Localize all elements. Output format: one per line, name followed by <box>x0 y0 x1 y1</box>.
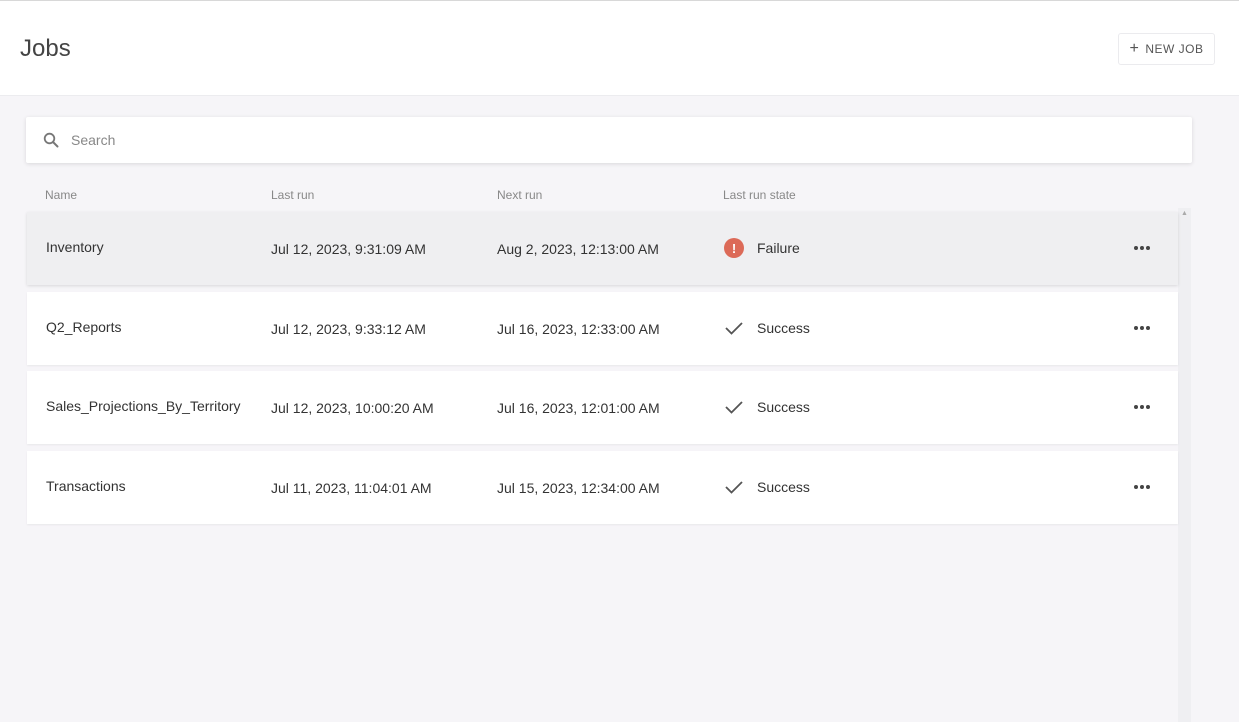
more-options-icon[interactable] <box>1131 238 1153 258</box>
scroll-up-arrow-icon[interactable]: ▲ <box>1181 210 1188 217</box>
job-next-run: Jul 16, 2023, 12:33:00 AM <box>497 321 660 337</box>
table-row[interactable]: Transactions Jul 11, 2023, 11:04:01 AM J… <box>27 451 1178 524</box>
search-bar[interactable] <box>26 117 1192 163</box>
scrollbar[interactable] <box>1178 208 1191 722</box>
job-last-run: Jul 12, 2023, 9:31:09 AM <box>271 241 426 257</box>
job-run-state: ! Failure <box>724 238 800 258</box>
more-options-icon[interactable] <box>1131 318 1153 338</box>
job-state-label: Failure <box>757 240 800 256</box>
new-job-label: NEW JOB <box>1145 42 1204 56</box>
page-title: Jobs <box>20 35 71 62</box>
job-name: Transactions <box>46 478 126 494</box>
column-header-last-run-state[interactable]: Last run state <box>723 188 796 202</box>
check-icon <box>725 481 743 494</box>
more-options-icon[interactable] <box>1131 397 1153 417</box>
job-last-run: Jul 12, 2023, 9:33:12 AM <box>271 321 426 337</box>
page-header: Jobs + NEW JOB <box>0 0 1239 96</box>
column-header-next-run[interactable]: Next run <box>497 188 542 202</box>
job-name: Sales_Projections_By_Territory <box>46 398 241 414</box>
job-state-label: Success <box>757 479 810 495</box>
table-row[interactable]: Q2_Reports Jul 12, 2023, 9:33:12 AM Jul … <box>27 292 1178 365</box>
job-name: Inventory <box>46 239 104 255</box>
column-header-last-run[interactable]: Last run <box>271 188 314 202</box>
new-job-button[interactable]: + NEW JOB <box>1118 33 1215 65</box>
job-last-run: Jul 12, 2023, 10:00:20 AM <box>271 400 434 416</box>
job-run-state: Success <box>724 477 810 497</box>
job-last-run: Jul 11, 2023, 11:04:01 AM <box>271 480 432 496</box>
column-header-name[interactable]: Name <box>45 188 77 202</box>
check-icon <box>725 401 743 414</box>
job-name: Q2_Reports <box>46 319 122 335</box>
job-next-run: Jul 15, 2023, 12:34:00 AM <box>497 480 660 496</box>
job-run-state: Success <box>724 397 810 417</box>
search-input[interactable] <box>71 132 1151 148</box>
more-options-icon[interactable] <box>1131 477 1153 497</box>
job-next-run: Aug 2, 2023, 12:13:00 AM <box>497 241 659 257</box>
alert-icon: ! <box>724 238 744 258</box>
job-state-label: Success <box>757 399 810 415</box>
plus-icon: + <box>1129 40 1140 57</box>
table-row[interactable]: Inventory Jul 12, 2023, 9:31:09 AM Aug 2… <box>27 212 1178 285</box>
job-next-run: Jul 16, 2023, 12:01:00 AM <box>497 400 660 416</box>
check-icon <box>725 322 743 335</box>
job-state-label: Success <box>757 320 810 336</box>
job-run-state: Success <box>724 318 810 338</box>
search-icon <box>43 132 59 148</box>
table-row[interactable]: Sales_Projections_By_Territory Jul 12, 2… <box>27 371 1178 444</box>
